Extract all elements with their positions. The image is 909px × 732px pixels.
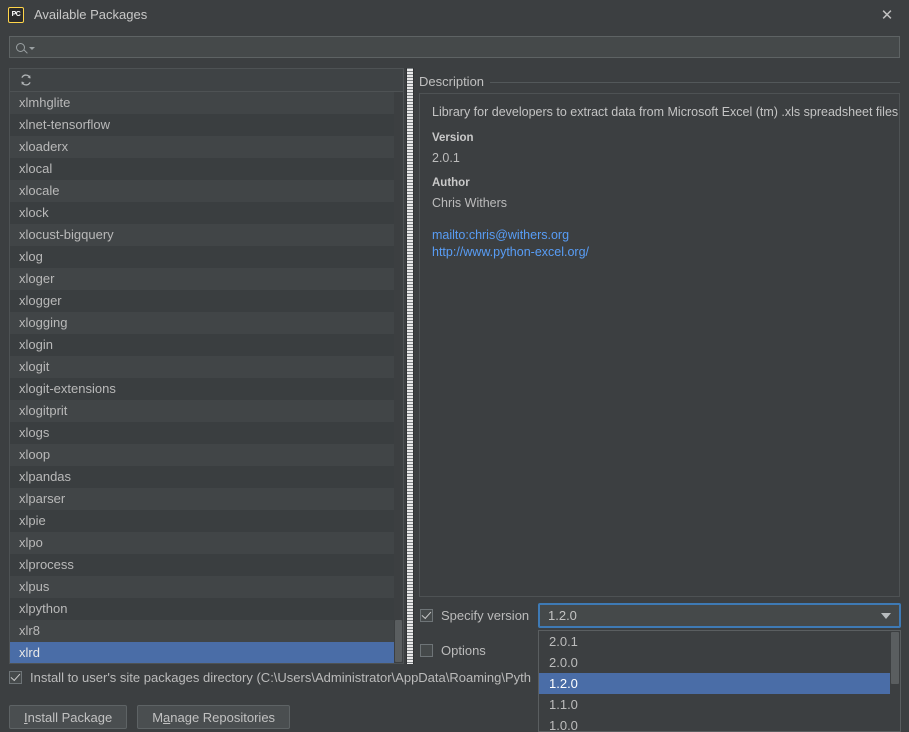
version-dropdown-item[interactable]: 1.1.0 [539,694,900,715]
package-list-item[interactable]: xloaderx [10,136,403,158]
version-dropdown-item[interactable]: 2.0.0 [539,652,900,673]
package-list-item[interactable]: xlog [10,246,403,268]
available-packages-dialog: PC Available Packages ✕ xlmhglite xlnet-t… [0,0,909,732]
description-author-heading: Author [432,176,470,189]
version-dropdown-item[interactable]: 1.2.0 [539,673,900,694]
package-list-item[interactable]: xlprocess [10,554,403,576]
description-version-value: 2.0.1 [432,150,460,165]
manage-repositories-prefix: M [152,709,164,725]
description-panel: Library for developers to extract data f… [419,93,900,597]
package-list-item[interactable]: xlogs [10,422,403,444]
package-list-item[interactable]: xlpie [10,510,403,532]
package-list-item[interactable]: xlr8 [10,620,403,642]
dialog-button-row: Install Package Ma nage Repositories [9,705,291,729]
package-list-scrollbar[interactable] [394,92,403,663]
install-to-user-site-label: Install to user's site packages director… [30,670,532,685]
close-icon[interactable]: ✕ [865,0,909,29]
version-dropdown-item[interactable]: 2.0.1 [539,631,900,652]
description-summary: Library for developers to extract data f… [432,105,899,119]
package-list-item[interactable]: xlrd [10,642,403,663]
install-to-user-site-checkbox[interactable] [9,671,22,684]
panel-splitter[interactable] [406,68,414,664]
pycharm-logo-icon: PC [8,6,24,23]
manage-repositories-mnemonic: a [163,709,171,725]
search-input[interactable] [35,38,899,56]
description-links: mailto:chris@withers.org http://www.pyth… [432,228,887,260]
window-title: Available Packages [34,7,148,22]
package-list-item[interactable]: xlpus [10,576,403,598]
search-bar[interactable] [9,36,900,58]
version-combobox-value: 1.2.0 [548,608,577,623]
description-link-homepage[interactable]: http://www.python-excel.org/ [432,245,887,260]
package-list-item[interactable]: xlpo [10,532,403,554]
package-list-item[interactable]: xlpython [10,598,403,620]
specify-version-checkbox-row[interactable]: Specify version [420,608,529,623]
package-list-item[interactable]: xlogging [10,312,403,334]
specify-version-label: Specify version [441,608,530,623]
version-dropdown-scrollbar[interactable] [890,631,900,731]
description-rule [419,82,900,83]
version-dropdown-item[interactable]: 1.0.0 [539,715,900,731]
manage-repositories-button[interactable]: Ma nage Repositories [137,705,291,729]
package-list-item[interactable]: xlogin [10,334,403,356]
package-list-item[interactable]: xloop [10,444,403,466]
options-checkbox-row[interactable]: Options [420,643,486,658]
package-list-body[interactable]: xlmhglite xlnet-tensorflow xloaderx xlocal x… [10,92,403,663]
package-list-item[interactable]: xlocale [10,180,403,202]
version-dropdown-scrollbar-thumb[interactable] [891,632,899,684]
package-list-item[interactable]: xlock [10,202,403,224]
package-list-item[interactable]: xlocust-bigquery [10,224,403,246]
package-list-item[interactable]: xlocal [10,158,403,180]
package-list-header [10,69,403,92]
description-label: Description [419,74,491,89]
options-label: Options [441,643,486,658]
package-list-item[interactable]: xlmhglite [10,92,403,114]
description-author-value: Chris Withers [432,195,508,210]
specify-version-checkbox[interactable] [420,609,433,622]
description-version-heading: Version [432,131,474,144]
package-list-item[interactable]: xlparser [10,488,403,510]
package-list-item[interactable]: xlogit-extensions [10,378,403,400]
options-checkbox[interactable] [420,644,433,657]
package-list-item[interactable]: xlogger [10,290,403,312]
package-list-item[interactable]: xlpandas [10,466,403,488]
package-list-panel: xlmhglite xlnet-tensorflow xloaderx xlocal x… [9,68,404,664]
install-package-button[interactable]: Install Package [9,705,128,729]
package-list-item[interactable]: xlogitprit [10,400,403,422]
install-package-label: nstall Package [27,709,113,725]
install-to-user-site-row[interactable]: Install to user's site packages director… [9,670,539,685]
description-link-mailto[interactable]: mailto:chris@withers.org [432,228,887,243]
package-list-item[interactable]: xlogit [10,356,403,378]
pycharm-logo-text: PC [11,11,21,18]
package-list-item[interactable]: xlnet-tensorflow [10,114,403,136]
manage-repositories-label: nage Repositories [170,709,276,725]
refresh-icon[interactable] [19,73,33,87]
version-dropdown-popup[interactable]: 2.0.1 2.0.0 1.2.0 1.1.0 1.0.0 [538,630,901,732]
package-list-item[interactable]: xloger [10,268,403,290]
package-list-scrollbar-thumb[interactable] [395,620,402,662]
title-bar: PC Available Packages ✕ [0,0,909,29]
version-combobox[interactable]: 1.2.0 [538,603,901,628]
chevron-down-icon[interactable] [881,612,891,619]
magnifier-glyph [16,42,25,52]
search-icon[interactable] [16,42,35,52]
